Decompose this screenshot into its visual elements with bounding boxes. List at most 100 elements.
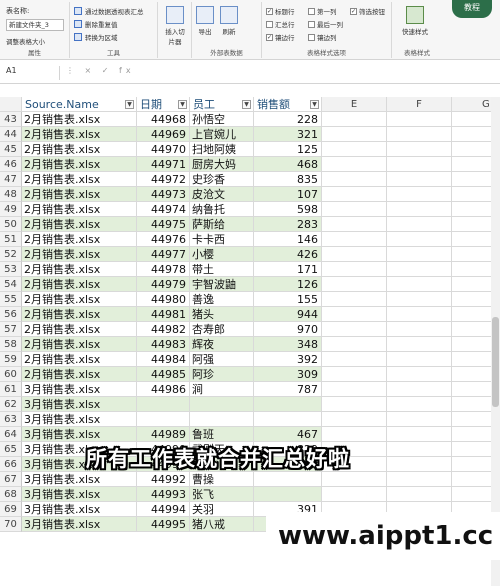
cell-empty-e[interactable] (322, 112, 387, 127)
cell-sales[interactable]: 309 (254, 367, 322, 382)
cell-sales[interactable]: 944 (254, 307, 322, 322)
cell-empty-e[interactable] (322, 352, 387, 367)
header-source-name[interactable]: Source.Name ▼ (22, 97, 137, 112)
cell-empty-f[interactable] (387, 397, 452, 412)
remove-duplicates-button[interactable]: 删除重复值 (74, 19, 118, 29)
row-number[interactable]: 63 (0, 412, 22, 427)
cell-date[interactable]: 44969 (137, 127, 190, 142)
cell-source-name[interactable]: 2月销售表.xlsx (22, 217, 137, 232)
cell-date[interactable]: 44985 (137, 367, 190, 382)
cell-empty-e[interactable] (322, 217, 387, 232)
resize-table-button[interactable]: 调整表格大小 (6, 36, 45, 46)
cell-empty-e[interactable] (322, 367, 387, 382)
cell-source-name[interactable]: 2月销售表.xlsx (22, 277, 137, 292)
cell-date[interactable]: 44979 (137, 277, 190, 292)
cell-empty-e[interactable] (322, 337, 387, 352)
column-header-e[interactable]: E (322, 97, 387, 112)
select-all-corner[interactable] (0, 97, 22, 112)
row-number[interactable]: 69 (0, 502, 22, 517)
cell-employee[interactable]: 史珍香 (190, 172, 254, 187)
cell-employee[interactable]: 涧 (190, 382, 254, 397)
cell-source-name[interactable]: 2月销售表.xlsx (22, 352, 137, 367)
cell-sales[interactable]: 228 (254, 112, 322, 127)
cell-date[interactable]: 44986 (137, 382, 190, 397)
cell-sales[interactable]: 426 (254, 247, 322, 262)
row-number[interactable]: 53 (0, 262, 22, 277)
row-number[interactable]: 45 (0, 142, 22, 157)
insert-slicer-button[interactable]: 插入切片器 (163, 6, 187, 46)
row-number[interactable]: 59 (0, 352, 22, 367)
cell-empty-e[interactable] (322, 382, 387, 397)
cell-date[interactable]: 44983 (137, 337, 190, 352)
cell-empty-e[interactable] (322, 202, 387, 217)
cell-empty-e[interactable] (322, 427, 387, 442)
cell-empty-e[interactable] (322, 142, 387, 157)
scrollbar-thumb[interactable] (492, 317, 499, 407)
cell-employee[interactable]: 扫地阿姨 (190, 142, 254, 157)
cell-empty-e[interactable] (322, 307, 387, 322)
banded-columns-checkbox[interactable]: 镶边列 (308, 32, 337, 42)
cell-sales[interactable]: 155 (254, 292, 322, 307)
row-number[interactable]: 52 (0, 247, 22, 262)
cell-date[interactable]: 44982 (137, 322, 190, 337)
cell-empty-f[interactable] (387, 427, 452, 442)
cell-source-name[interactable]: 2月销售表.xlsx (22, 232, 137, 247)
cell-date[interactable]: 44978 (137, 262, 190, 277)
cell-employee[interactable]: 带土 (190, 262, 254, 277)
cell-date[interactable]: 44976 (137, 232, 190, 247)
cell-employee[interactable]: 纳鲁托 (190, 202, 254, 217)
row-number[interactable]: 64 (0, 427, 22, 442)
row-number[interactable]: 47 (0, 172, 22, 187)
cell-empty-e[interactable] (322, 472, 387, 487)
cell-empty-f[interactable] (387, 142, 452, 157)
cell-empty-e[interactable] (322, 157, 387, 172)
cell-sales[interactable]: 392 (254, 352, 322, 367)
cell-empty-f[interactable] (387, 127, 452, 142)
cell-employee[interactable]: 阿强 (190, 352, 254, 367)
cell-date[interactable]: 44971 (137, 157, 190, 172)
header-date[interactable]: 日期 ▼ (137, 97, 190, 112)
row-number[interactable]: 54 (0, 277, 22, 292)
cell-empty-e[interactable] (322, 412, 387, 427)
cell-sales[interactable]: 321 (254, 127, 322, 142)
cell-employee[interactable]: 鲁班 (190, 427, 254, 442)
cell-source-name[interactable]: 2月销售表.xlsx (22, 202, 137, 217)
row-number[interactable]: 66 (0, 457, 22, 472)
cell-sales[interactable] (254, 472, 322, 487)
cell-date[interactable]: 44970 (137, 142, 190, 157)
cell-source-name[interactable]: 2月销售表.xlsx (22, 337, 137, 352)
cell-date[interactable]: 44994 (137, 502, 190, 517)
row-number[interactable]: 55 (0, 292, 22, 307)
cell-empty-f[interactable] (387, 457, 452, 472)
cell-empty-f[interactable] (387, 382, 452, 397)
cell-empty-f[interactable] (387, 247, 452, 262)
cell-date[interactable]: 44995 (137, 517, 190, 532)
row-number[interactable]: 62 (0, 397, 22, 412)
row-number[interactable]: 56 (0, 307, 22, 322)
cell-sales[interactable]: 468 (254, 157, 322, 172)
cell-source-name[interactable]: 3月销售表.xlsx (22, 397, 137, 412)
filter-dropdown-icon[interactable]: ▼ (125, 100, 134, 109)
cell-sales[interactable]: 348 (254, 337, 322, 352)
cell-employee[interactable]: 孙悟空 (190, 112, 254, 127)
header-employee[interactable]: 员工 ▼ (190, 97, 254, 112)
cell-source-name[interactable]: 2月销售表.xlsx (22, 157, 137, 172)
cell-empty-f[interactable] (387, 472, 452, 487)
cell-empty-f[interactable] (387, 292, 452, 307)
cell-sales[interactable] (254, 412, 322, 427)
cell-source-name[interactable]: 2月销售表.xlsx (22, 307, 137, 322)
cell-empty-e[interactable] (322, 397, 387, 412)
quick-styles-button[interactable]: 快速样式 (402, 6, 428, 36)
row-number[interactable]: 43 (0, 112, 22, 127)
cell-empty-f[interactable] (387, 367, 452, 382)
cell-employee[interactable]: 辉夜 (190, 337, 254, 352)
cell-empty-f[interactable] (387, 442, 452, 457)
cell-date[interactable]: 44993 (137, 487, 190, 502)
cell-date[interactable]: 44974 (137, 202, 190, 217)
filter-dropdown-icon[interactable]: ▼ (242, 100, 251, 109)
cell-empty-e[interactable] (322, 277, 387, 292)
cell-sales[interactable]: 835 (254, 172, 322, 187)
row-number[interactable]: 68 (0, 487, 22, 502)
cell-date[interactable]: 44981 (137, 307, 190, 322)
refresh-button[interactable]: 刷新 (220, 6, 238, 36)
